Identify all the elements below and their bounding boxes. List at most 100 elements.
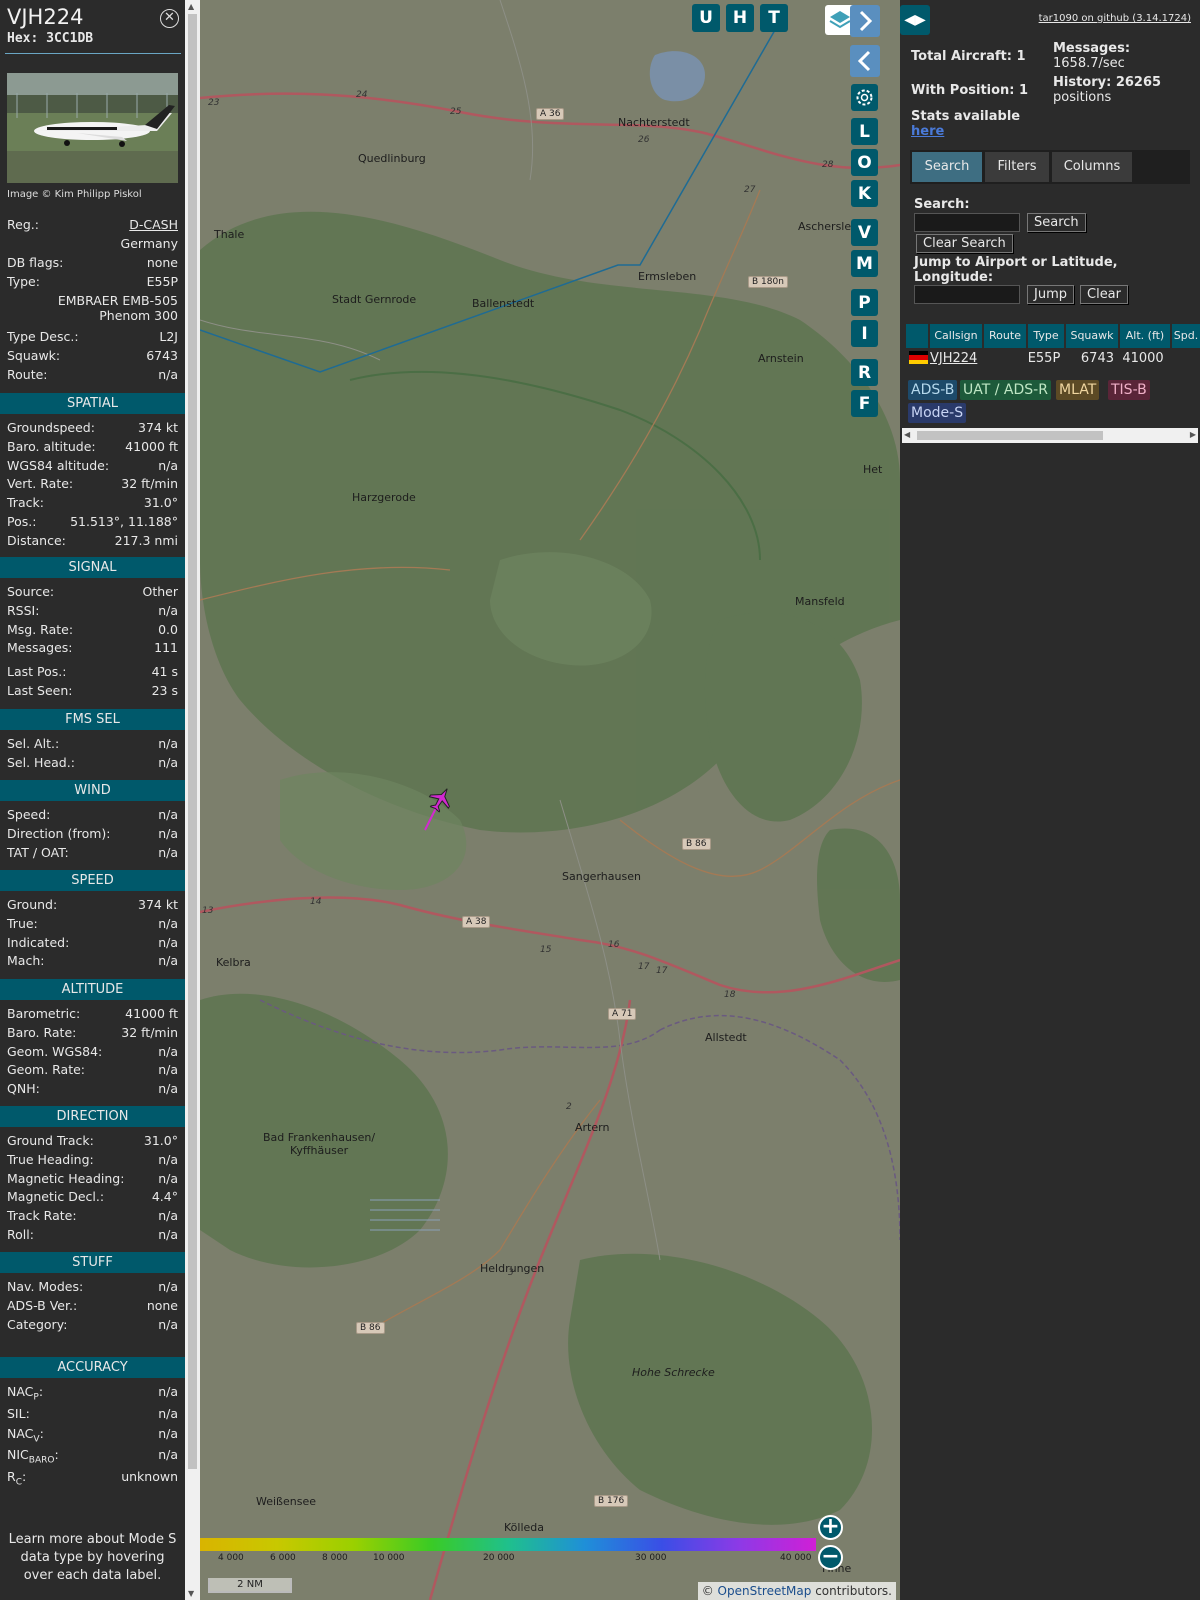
km-marker: 14 <box>310 897 322 907</box>
map-place-label: Weißensee <box>256 1495 316 1508</box>
jump-button[interactable]: Jump <box>1027 285 1074 304</box>
scroll-right-arrow-icon[interactable]: ▶ <box>1190 430 1196 439</box>
map-button-u[interactable]: U <box>692 4 720 32</box>
column-header[interactable]: Type <box>1028 324 1064 348</box>
info-value: EMBRAER EMB-505 <box>57 293 178 308</box>
with-position: With Position: 1 <box>911 83 1029 98</box>
info-label: RSSI: <box>7 602 40 618</box>
info-row: Roll: n/a <box>7 1227 178 1245</box>
map-button-k[interactable]: K <box>851 180 878 207</box>
map-button-h[interactable]: H <box>726 4 754 32</box>
column-header[interactable]: Alt. (ft) <box>1120 324 1170 348</box>
info-value: n/a <box>158 1279 178 1294</box>
github-link[interactable]: tar1090 on github (3.14.1724) <box>1039 13 1191 24</box>
scrollbar-thumb[interactable] <box>917 431 1103 440</box>
info-value: none <box>146 255 178 270</box>
info-label: Track Rate: <box>7 1208 77 1224</box>
info-row: Phenom 300 <box>7 308 178 326</box>
km-marker: 28 <box>822 160 834 170</box>
map-button-p[interactable]: P <box>851 289 878 316</box>
info-label: True: <box>7 915 38 931</box>
aircraft-photo[interactable] <box>7 73 178 183</box>
info-label: Route: <box>7 367 48 382</box>
jump-input[interactable] <box>914 285 1020 304</box>
map-button-f[interactable]: F <box>851 390 878 417</box>
settings-button[interactable] <box>851 84 878 111</box>
column-header[interactable]: Callsign <box>930 324 982 348</box>
jump-label: Jump to Airport or Latitude, Longitude: <box>914 255 1118 285</box>
close-icon[interactable]: ✕ <box>160 9 179 28</box>
row-callsign[interactable]: VJH224 <box>930 351 977 369</box>
map-button-l[interactable]: L <box>851 118 878 145</box>
info-value: n/a <box>158 1426 178 1441</box>
km-marker: 16 <box>608 940 620 950</box>
map-tiles <box>200 0 900 1600</box>
zoom-out-button[interactable]: − <box>818 1545 843 1570</box>
info-value: n/a <box>158 1170 178 1186</box>
info-label: Direction (from): <box>7 825 111 841</box>
clear-button[interactable]: Clear <box>1080 285 1128 304</box>
info-value: n/a <box>158 953 178 969</box>
section-header-stuff: STUFF <box>0 1252 185 1273</box>
info-row: QNH: n/a <box>7 1081 178 1099</box>
info-label: NICBARO: <box>7 1447 59 1466</box>
scroll-down-arrow-icon[interactable]: ▼ <box>188 1589 194 1598</box>
column-header[interactable] <box>906 324 928 348</box>
stats-here-link[interactable]: here <box>911 124 944 139</box>
registration-link[interactable]: D-CASH <box>129 217 178 232</box>
info-label: Msg. Rate: <box>7 621 74 637</box>
table-horizontal-scrollbar[interactable]: ◀ ▶ <box>902 428 1198 443</box>
clear-search-button[interactable]: Clear Search <box>916 234 1013 253</box>
info-row: Type: E55P <box>7 274 178 292</box>
map-canvas[interactable]: Nachterstedt Quedlinburg Thale Ermsleben Asc… <box>200 0 900 1600</box>
map-button-m[interactable]: M <box>851 250 878 277</box>
map-button-o[interactable]: O <box>851 149 878 176</box>
section-header-accuracy: ACCURACY <box>0 1357 185 1378</box>
map-button-t[interactable]: T <box>760 4 788 32</box>
map-place-label: Kyffhäuser <box>290 1144 349 1157</box>
info-value: 41000 ft <box>125 1006 178 1021</box>
info-row: Category: n/a <box>7 1317 178 1335</box>
column-header[interactable]: Route <box>984 324 1026 348</box>
tab-search[interactable]: Search <box>912 152 982 182</box>
search-button[interactable]: Search <box>1027 213 1086 232</box>
tab-filters[interactable]: Filters <box>985 152 1049 182</box>
info-row: Ground: 374 kt <box>7 897 178 915</box>
info-value: 32 ft/min <box>121 1024 178 1040</box>
zoom-in-button[interactable]: + <box>818 1515 843 1540</box>
map-button-r[interactable]: R <box>851 359 878 386</box>
openstreetmap-link[interactable]: OpenStreetMap <box>718 1584 812 1598</box>
info-label: Magnetic Heading: <box>7 1170 125 1186</box>
info-value: 32 ft/min <box>121 476 178 492</box>
selected-aircraft-panel: VJH224 Hex: 3CC1DB ✕ Image © Kim Philipp… <box>0 0 185 1600</box>
km-marker: 18 <box>724 990 736 1000</box>
collapse-left-button[interactable] <box>850 45 880 77</box>
info-row: Last Pos.: 41 s <box>7 664 178 682</box>
info-label: Pos.: <box>7 514 37 529</box>
column-header[interactable]: Spd. <box>1172 324 1200 348</box>
info-value: 31.0° <box>143 1133 178 1148</box>
info-row: Speed: n/a <box>7 807 178 825</box>
km-marker: 26 <box>638 135 650 145</box>
column-header[interactable]: Squawk <box>1066 324 1118 348</box>
toggle-sidebar-button[interactable]: ◀▶ <box>900 5 930 35</box>
info-label: Reg.: <box>7 217 39 232</box>
map-place-label: Ballenstedt <box>472 297 535 310</box>
map-button-v[interactable]: V <box>851 219 878 246</box>
info-row: Source: Other <box>7 584 178 602</box>
section-header-spatial: SPATIAL <box>0 393 185 414</box>
expand-right-button[interactable] <box>850 5 880 37</box>
search-input[interactable] <box>914 213 1020 232</box>
scroll-left-arrow-icon[interactable]: ◀ <box>904 430 910 439</box>
info-row: Pos.: 51.513°, 11.188° <box>7 514 178 532</box>
info-label: Ground Track: <box>7 1133 94 1148</box>
scroll-up-arrow-icon[interactable]: ▲ <box>188 2 194 11</box>
scrollbar-thumb[interactable] <box>188 14 197 1469</box>
map-button-i[interactable]: I <box>851 320 878 347</box>
road-number-label: A 38 <box>462 916 491 928</box>
section-header-fms-sel: FMS SEL <box>0 709 185 730</box>
left-panel-scrollbar[interactable]: ▲ ▼ <box>185 0 200 1600</box>
km-marker: 17 <box>656 966 668 976</box>
info-value: n/a <box>158 1062 178 1078</box>
tab-columns[interactable]: Columns <box>1052 152 1132 182</box>
